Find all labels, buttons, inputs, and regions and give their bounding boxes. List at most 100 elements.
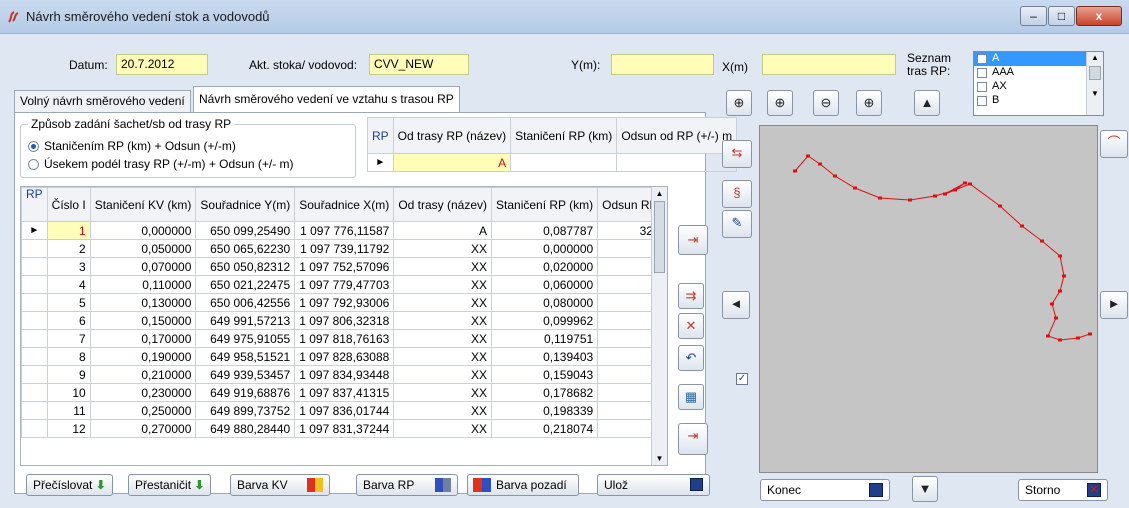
route-list-item[interactable]: AX bbox=[974, 80, 1087, 94]
coord-x-cell[interactable]: 1 097 779,47703 bbox=[294, 275, 395, 294]
show-labels-checkbox[interactable]: ✓ bbox=[736, 373, 748, 385]
coord-x-cell[interactable]: 1 097 828,63088 bbox=[294, 347, 395, 366]
coord-x-cell[interactable]: 1 097 837,41315 bbox=[294, 383, 395, 402]
number-cell[interactable]: 1 bbox=[46, 221, 91, 240]
station-kv-cell[interactable]: 0,000000 bbox=[89, 221, 197, 240]
station-rp-cell[interactable]: 0,119751 bbox=[491, 329, 599, 348]
route-list-item[interactable]: B bbox=[974, 94, 1087, 108]
number-cell[interactable]: 8 bbox=[46, 347, 91, 366]
table-row[interactable]: ► 1 0,000000 650 099,25490 1 097 776,11587 A 0… bbox=[21, 221, 667, 240]
coord-y-cell[interactable]: 650 006,42556 bbox=[195, 293, 296, 312]
route-cell[interactable]: XX bbox=[393, 329, 493, 348]
route-cell[interactable]: XX bbox=[393, 257, 493, 276]
minimize-button[interactable]: – bbox=[1020, 6, 1047, 26]
route-cell[interactable]: XX bbox=[393, 239, 493, 258]
grid-scroll-up-icon[interactable]: ▲ bbox=[652, 187, 667, 201]
coord-y-cell[interactable]: 650 050,82312 bbox=[195, 257, 296, 276]
method-option-station-label[interactable]: Staničením RP (km) + Odsun (+/-m) bbox=[44, 139, 236, 153]
clear-map-button[interactable]: ✎ bbox=[722, 210, 752, 238]
coord-x-cell[interactable]: 1 097 776,11587 bbox=[294, 221, 395, 240]
coord-y-cell[interactable]: 650 021,22475 bbox=[195, 275, 296, 294]
station-rp-cell[interactable]: 0,159043 bbox=[491, 365, 599, 384]
coord-x-cell[interactable]: 1 097 818,76163 bbox=[294, 329, 395, 348]
restation-button[interactable]: Přestaničit ⬇ bbox=[128, 474, 212, 496]
station-rp-cell[interactable]: 0,087787 bbox=[491, 221, 599, 240]
zoom-in-button[interactable]: ⊕ bbox=[767, 90, 793, 116]
station-kv-cell[interactable]: 0,050000 bbox=[89, 239, 197, 258]
station-kv-cell[interactable]: 0,190000 bbox=[89, 347, 197, 366]
sewer-field[interactable]: CVV_NEW bbox=[369, 54, 469, 75]
table-row[interactable]: 5 0,130000 650 006,42556 1 097 792,93006 XX 0… bbox=[21, 293, 667, 312]
number-cell[interactable]: 3 bbox=[46, 257, 91, 276]
station-rp-cell[interactable]: 0,060000 bbox=[491, 275, 599, 294]
station-rp-cell[interactable]: 0,198339 bbox=[491, 401, 599, 420]
pan-right-button[interactable]: ► bbox=[1100, 291, 1128, 319]
coord-x-cell[interactable]: 1 097 831,37244 bbox=[294, 419, 395, 438]
route-cell[interactable]: XX bbox=[393, 293, 493, 312]
station-rp-cell[interactable]: 0,139403 bbox=[491, 347, 599, 366]
y-field[interactable] bbox=[611, 54, 714, 75]
route-checkbox[interactable] bbox=[977, 68, 987, 78]
append-row-button[interactable]: ⇥ bbox=[678, 423, 708, 455]
number-cell[interactable]: 4 bbox=[46, 275, 91, 294]
scroll-up-icon[interactable]: ▲ bbox=[1087, 52, 1103, 64]
map-view[interactable] bbox=[759, 125, 1098, 473]
table-row[interactable]: 12 0,270000 649 880,28440 1 097 831,37244 XX… bbox=[21, 419, 667, 438]
station-rp-cell[interactable]: 0,099962 bbox=[491, 311, 599, 330]
zoom-out-button[interactable]: ⊖ bbox=[813, 90, 839, 116]
coord-y-cell[interactable]: 650 099,25490 bbox=[195, 221, 296, 240]
pan-left-button[interactable]: ◄ bbox=[722, 291, 750, 319]
coord-y-cell[interactable]: 649 880,28440 bbox=[195, 419, 296, 438]
delete-row-button[interactable]: ✕ bbox=[678, 313, 704, 339]
add-row-button[interactable]: ⇉ bbox=[678, 283, 704, 309]
station-rp-cell[interactable]: 0,080000 bbox=[491, 293, 599, 312]
table-row[interactable]: 10 0,230000 649 919,68876 1 097 837,41315 XX… bbox=[21, 383, 667, 402]
save-button[interactable]: Ulož bbox=[597, 474, 710, 496]
scroll-thumb[interactable] bbox=[1089, 66, 1101, 80]
coord-y-cell[interactable]: 649 899,73752 bbox=[195, 401, 296, 420]
end-button[interactable]: Konec bbox=[760, 479, 890, 501]
scroll-down-icon[interactable]: ▼ bbox=[1087, 88, 1103, 100]
station-rp-cell[interactable]: 0,178682 bbox=[491, 383, 599, 402]
number-cell[interactable]: 10 bbox=[46, 383, 91, 402]
date-field[interactable]: 20.7.2012 bbox=[116, 54, 208, 75]
station-kv-cell[interactable]: 0,210000 bbox=[89, 365, 197, 384]
zoom-extent-button[interactable]: ⊕ bbox=[726, 90, 752, 116]
route-cell[interactable]: XX bbox=[393, 419, 493, 438]
coord-x-cell[interactable]: 1 097 834,93448 bbox=[294, 365, 395, 384]
station-kv-cell[interactable]: 0,110000 bbox=[89, 275, 197, 294]
number-cell[interactable]: 2 bbox=[46, 239, 91, 258]
number-cell[interactable]: 11 bbox=[46, 401, 91, 420]
route-checkbox[interactable] bbox=[977, 82, 987, 92]
table-row[interactable]: 7 0,170000 649 975,91055 1 097 818,76163 XX 0… bbox=[21, 329, 667, 348]
coord-x-cell[interactable]: 1 097 752,57096 bbox=[294, 257, 395, 276]
table-row[interactable]: 11 0,250000 649 899,73752 1 097 836,01744 XX… bbox=[21, 401, 667, 420]
color-kv-button[interactable]: Barva KV bbox=[230, 474, 330, 496]
color-rp-button[interactable]: Barva RP bbox=[356, 474, 458, 496]
route-list-item[interactable]: A bbox=[974, 52, 1087, 66]
zoom-window-button[interactable]: ⊕ bbox=[856, 90, 882, 116]
route-draw-button[interactable]: § bbox=[722, 180, 752, 208]
station-kv-cell[interactable]: 0,150000 bbox=[89, 311, 197, 330]
route-cell[interactable]: XX bbox=[393, 383, 493, 402]
tab-free-design[interactable]: Volný návrh směrového vedení bbox=[14, 90, 191, 112]
rp-table[interactable]: RP Od trasy RP (název) Staničení RP (km)… bbox=[367, 117, 738, 172]
route-list-scrollbar[interactable]: ▲ ▼ bbox=[1086, 52, 1103, 115]
table-row[interactable]: 2 0,050000 650 065,62230 1 097 739,11792 XX 0… bbox=[21, 239, 667, 258]
route-cell[interactable]: XX bbox=[393, 347, 493, 366]
main-grid[interactable]: RP Číslo I Staničení KV (km) Souřadnice … bbox=[21, 187, 667, 438]
route-cell[interactable]: XX bbox=[393, 275, 493, 294]
coord-x-cell[interactable]: 1 097 739,11792 bbox=[294, 239, 395, 258]
table-row[interactable]: 3 0,070000 650 050,82312 1 097 752,57096 XX 0… bbox=[21, 257, 667, 276]
reverse-route-button[interactable]: ⇆ bbox=[722, 140, 752, 168]
rp-offset-cell[interactable] bbox=[616, 153, 738, 172]
undo-button[interactable]: ↶ bbox=[678, 345, 704, 371]
method-option-station-radio[interactable] bbox=[28, 141, 39, 152]
route-list-item[interactable]: AAA bbox=[974, 66, 1087, 80]
pan-up-button[interactable]: ▲ bbox=[914, 90, 940, 116]
coord-y-cell[interactable]: 649 975,91055 bbox=[195, 329, 296, 348]
color-bg-button[interactable]: Barva pozadí bbox=[467, 474, 579, 496]
route-list[interactable]: A AAA AX B ▲ ▼ bbox=[973, 51, 1104, 116]
coord-y-cell[interactable]: 649 939,53457 bbox=[195, 365, 296, 384]
grid-scroll-down-icon[interactable]: ▼ bbox=[652, 454, 667, 463]
